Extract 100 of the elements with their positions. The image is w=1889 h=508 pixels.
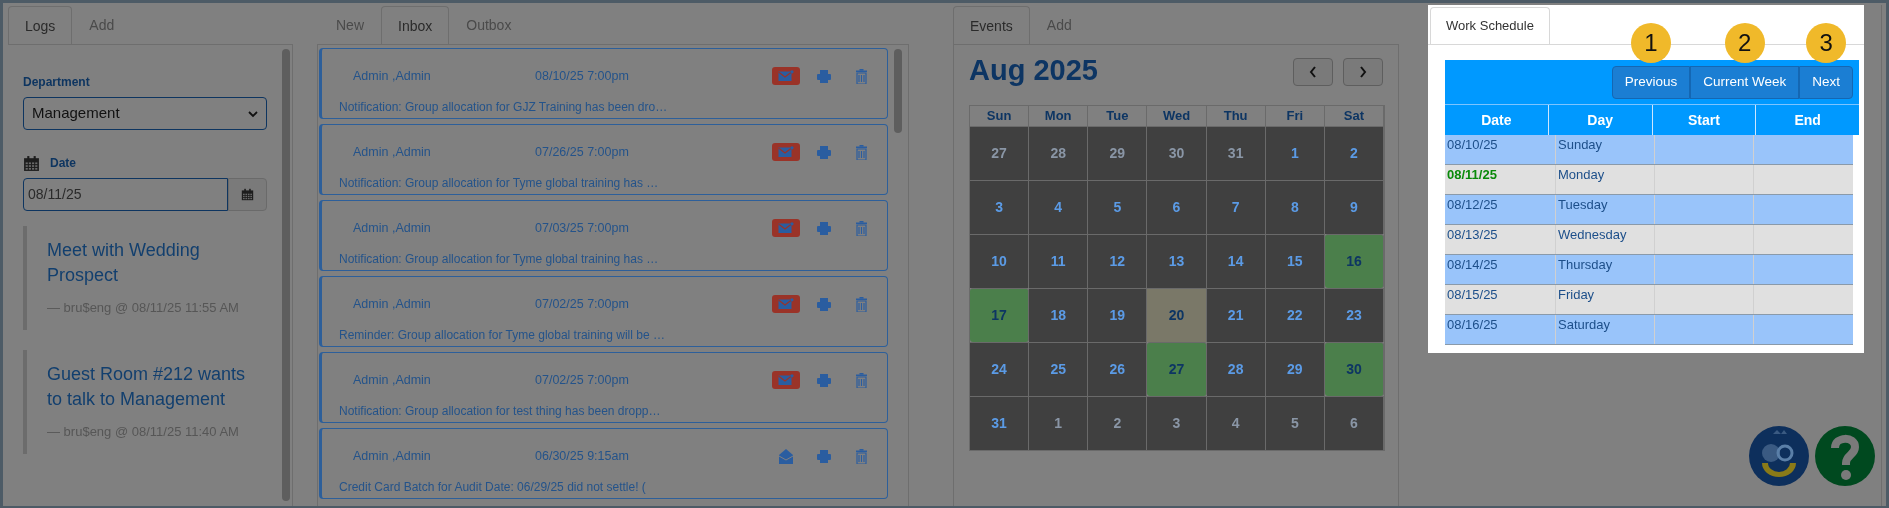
calendar-day[interactable]: 3	[1147, 395, 1207, 450]
trash-icon[interactable]	[856, 220, 867, 236]
message-card[interactable]: Admin ,Admin 07/03/25 7:00pm Notification: Group allocation for Tyme global training has …	[319, 200, 888, 271]
calendar-day[interactable]: 29	[1265, 341, 1325, 396]
printer-icon[interactable]	[817, 373, 831, 387]
calendar-day[interactable]: 16	[1324, 233, 1384, 288]
message-time: 07/02/25 7:00pm	[535, 372, 630, 389]
scrollbar[interactable]	[894, 49, 902, 133]
calendar-day[interactable]: 27	[1147, 341, 1207, 396]
calendar-day[interactable]: 22	[1265, 287, 1325, 342]
table-cell-text: 08/16/25	[1446, 316, 1499, 334]
unread-envelope-icon[interactable]	[772, 371, 800, 390]
calendar-day[interactable]: 2	[1088, 395, 1148, 450]
message-card[interactable]: Admin ,Admin 08/10/25 7:00pm Notification: Group allocation for GJZ Training has been dro…	[319, 48, 888, 119]
message-card[interactable]: Admin ,Admin 07/26/25 7:00pm Notification: Group allocation for Tyme global training has …	[319, 124, 888, 195]
calendar-day[interactable]: 26	[1088, 341, 1148, 396]
trash-icon[interactable]	[856, 144, 867, 160]
weekday-header: Sun	[970, 105, 1030, 126]
calendar-day[interactable]: 6	[1147, 179, 1207, 234]
printer-icon[interactable]	[817, 297, 831, 311]
calendar-day[interactable]: 12	[1088, 233, 1148, 288]
trash-icon[interactable]	[856, 372, 867, 388]
trash-icon[interactable]	[856, 448, 867, 464]
message-sender: Admin ,Admin	[353, 372, 432, 389]
calendar-day[interactable]: 7	[1206, 179, 1266, 234]
printer-icon[interactable]	[817, 69, 831, 83]
field-label: Date	[50, 155, 76, 172]
calendar-day[interactable]: 27	[970, 125, 1030, 180]
open-envelope-icon[interactable]	[779, 448, 793, 464]
calendar-day[interactable]: 31	[970, 395, 1030, 450]
calendar-day[interactable]: 20	[1147, 287, 1207, 342]
calendar-day[interactable]: 4	[1206, 395, 1266, 450]
logo-icon[interactable]	[1749, 426, 1809, 486]
calendar-day[interactable]: 1	[1265, 125, 1325, 180]
calendar-day[interactable]: 31	[1206, 125, 1266, 180]
calendar-day[interactable]: 17	[970, 287, 1030, 342]
callout-badge: 1	[1630, 23, 1671, 63]
calendar-day[interactable]: 8	[1265, 179, 1325, 234]
table-cell-text: 08/10/25	[1446, 136, 1499, 154]
unread-envelope-icon[interactable]	[772, 143, 800, 162]
printer-icon[interactable]	[817, 221, 831, 235]
calendar-day[interactable]: 1	[1029, 395, 1089, 450]
help-icon[interactable]	[1815, 426, 1875, 486]
calendar-day[interactable]: 10	[970, 233, 1030, 288]
unread-envelope-icon[interactable]	[772, 67, 800, 86]
calendar-day[interactable]: 15	[1265, 233, 1325, 288]
calendar-day[interactable]: 14	[1206, 233, 1266, 288]
unread-envelope-icon[interactable]	[772, 219, 800, 238]
date-input[interactable]: 08/11/25	[23, 178, 228, 211]
printer-icon[interactable]	[817, 449, 831, 463]
table-cell: Sunday	[1555, 135, 1654, 164]
calendar-day[interactable]: 28	[1029, 125, 1089, 180]
chevron-down-icon	[248, 109, 258, 118]
calendar-day[interactable]: 28	[1206, 341, 1266, 396]
calendar-day[interactable]: 21	[1206, 287, 1266, 342]
message-card[interactable]: Admin ,Admin 06/30/25 9:15am Credit Card Batch for Audit Date: 06/29/25 did not settle! (	[319, 428, 888, 499]
calendar-button[interactable]	[228, 178, 267, 211]
tab[interactable]: Inbox	[381, 6, 450, 45]
calendar-day[interactable]: 18	[1029, 287, 1089, 342]
message-time: 07/03/25 7:00pm	[535, 220, 630, 237]
calendar-day[interactable]: 3	[970, 179, 1030, 234]
calendar-day[interactable]: 30	[1147, 125, 1207, 180]
calendar-day[interactable]: 5	[1088, 179, 1148, 234]
message-preview: Reminder: Group allocation for Tyme global training will be …	[339, 328, 665, 342]
trash-icon[interactable]	[856, 68, 867, 84]
tab[interactable]: Events	[953, 6, 1030, 45]
column-header: Date	[1480, 111, 1513, 130]
calendar-day[interactable]: 30	[1324, 341, 1384, 396]
printer-icon[interactable]	[817, 145, 831, 159]
message-time: 08/10/25 7:00pm	[535, 68, 630, 85]
previous-month-button[interactable]	[1293, 57, 1333, 86]
tab[interactable]: Work Schedule	[1430, 7, 1550, 44]
calendar-day[interactable]: 4	[1029, 179, 1089, 234]
weekday-header: Fri	[1265, 105, 1325, 126]
log-title: Meet with Wedding Prospect	[47, 239, 201, 287]
message-card[interactable]: Admin ,Admin 07/02/25 7:00pm Notification: Group allocation for test thing has been dropp…	[319, 352, 888, 423]
calendar-day[interactable]: 11	[1029, 233, 1089, 288]
message-card[interactable]: Admin ,Admin 07/02/25 7:00pm Reminder: Group allocation for Tyme global training will be …	[319, 276, 888, 347]
message-sender: Admin ,Admin	[353, 296, 432, 313]
calendar-day[interactable]: 5	[1265, 395, 1325, 450]
message-preview: Notification: Group allocation for test thing has been dropp…	[339, 404, 661, 418]
next-month-button[interactable]	[1343, 57, 1383, 86]
calendar-day[interactable]: 29	[1088, 125, 1148, 180]
message-preview: Credit Card Batch for Audit Date: 06/29/25 did not settle! (	[339, 480, 646, 494]
calendar-icon	[23, 154, 40, 172]
scrollbar[interactable]	[282, 49, 290, 501]
calendar-day[interactable]: 13	[1147, 233, 1207, 288]
department-select[interactable]: Management	[23, 97, 267, 130]
calendar-day[interactable]: 9	[1324, 179, 1384, 234]
calendar-day[interactable]: 2	[1324, 125, 1384, 180]
calendar-day[interactable]: 25	[1029, 341, 1089, 396]
trash-icon[interactable]	[856, 296, 867, 312]
tab[interactable]: Logs	[8, 6, 73, 45]
unread-envelope-icon[interactable]	[772, 295, 800, 314]
calendar-day[interactable]: 19	[1088, 287, 1148, 342]
calendar-day[interactable]: 24	[970, 341, 1030, 396]
calendar-day[interactable]: 23	[1324, 287, 1384, 342]
table-cell-text: 08/13/25	[1446, 226, 1499, 244]
calendar-day[interactable]: 6	[1324, 395, 1384, 450]
message-preview: Notification: Group allocation for Tyme global training has …	[339, 176, 659, 190]
